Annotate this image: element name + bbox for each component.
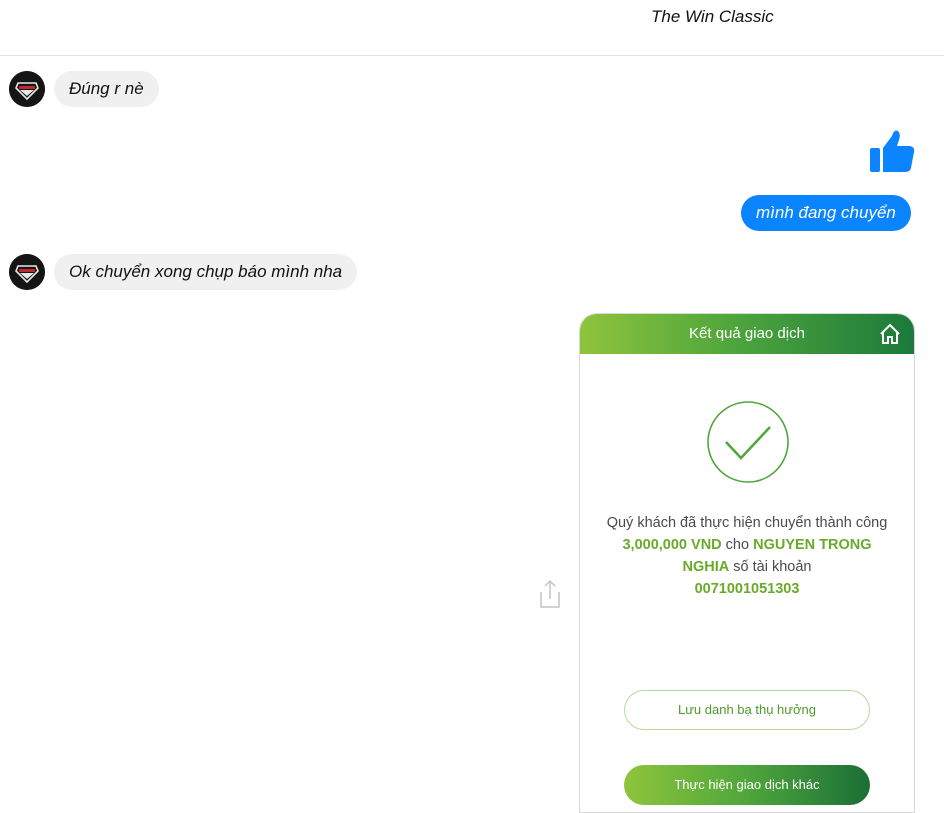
transaction-message: Quý khách đã thực hiện chuyển thành công… [598, 512, 896, 600]
save-beneficiary-button[interactable]: Lưu danh bạ thụ hưởng [624, 690, 870, 730]
account-label: số tài khoản [733, 559, 812, 575]
home-icon[interactable] [878, 322, 902, 346]
check-circle-icon [707, 401, 789, 483]
thumbs-up-icon[interactable] [868, 128, 916, 174]
new-transaction-button[interactable]: Thực hiện giao dịch khác [624, 765, 870, 805]
contact-avatar[interactable] [9, 71, 45, 107]
transfer-amount: 3,000,000 VND [622, 537, 722, 553]
share-icon[interactable] [537, 578, 563, 610]
avatar-logo-icon [9, 71, 45, 107]
message-bubble-outgoing[interactable]: mình đang chuyển [741, 195, 911, 231]
account-number: 0071001051303 [694, 581, 800, 597]
message-bubble-incoming[interactable]: Ok chuyển xong chụp báo mình nha [54, 254, 358, 290]
card-header: Kết quả giao dịch [580, 314, 914, 354]
chat-header: The Win Classic [0, 0, 944, 56]
message-bubble-incoming[interactable]: Đúng r nè [54, 71, 159, 107]
message-prefix: Quý khách đã thực hiện chuyển thành công [606, 515, 888, 531]
card-title: Kết quả giao dịch [689, 325, 805, 342]
message-mid: cho [725, 537, 750, 553]
contact-avatar[interactable] [9, 254, 45, 290]
conversation-title[interactable]: The Win Classic [651, 7, 774, 27]
transaction-screenshot[interactable]: Kết quả giao dịch Quý khách đã thực hiện… [579, 313, 915, 813]
avatar-logo-icon [9, 254, 45, 290]
